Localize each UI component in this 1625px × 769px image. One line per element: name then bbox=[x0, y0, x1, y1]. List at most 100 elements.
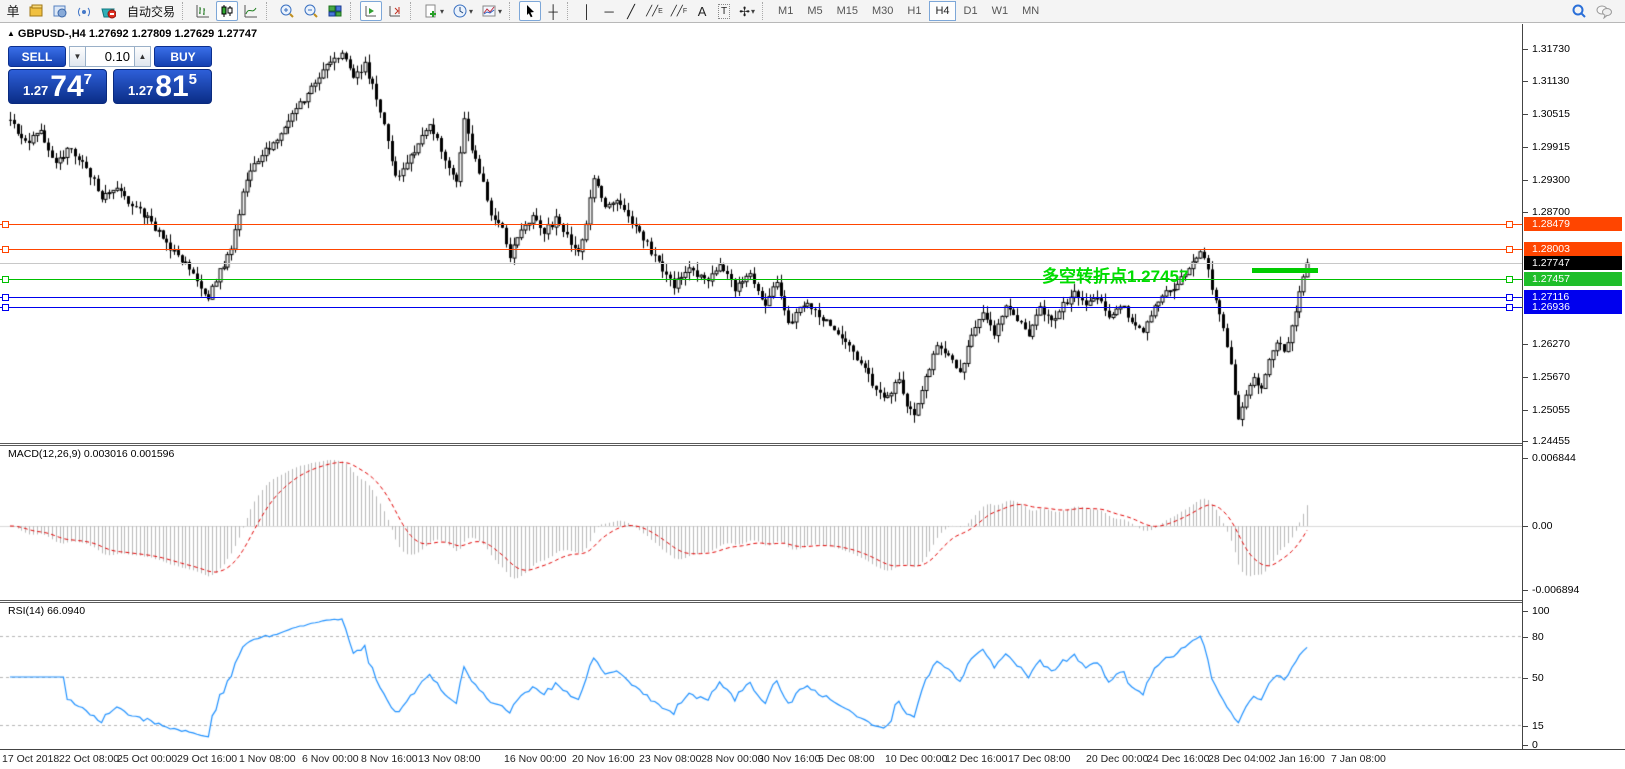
annotation-trend-segment[interactable] bbox=[1252, 268, 1318, 273]
horizontal-line-object[interactable] bbox=[0, 307, 1522, 308]
time-axis[interactable]: 17 Oct 201822 Oct 08:0025 Oct 00:0029 Oc… bbox=[0, 749, 1625, 769]
timeframe-button-h4[interactable]: H4 bbox=[929, 1, 955, 21]
line-chart-mode-button[interactable] bbox=[240, 1, 262, 21]
symbol-timeframe-label: GBPUSD-,H4 bbox=[18, 28, 86, 40]
indicators-button[interactable]: ▾ bbox=[420, 1, 447, 21]
indicators-dropdown-caret[interactable]: ▾ bbox=[440, 7, 444, 16]
timeframe-button-h1[interactable]: H1 bbox=[901, 1, 927, 21]
periods-dropdown-caret[interactable]: ▾ bbox=[469, 7, 473, 16]
periods-button[interactable]: ▾ bbox=[449, 1, 476, 21]
timeframe-button-m5[interactable]: M5 bbox=[801, 1, 828, 21]
macd-indicator-pane[interactable]: MACD(12,26,9) 0.003016 0.001596 bbox=[0, 446, 1522, 600]
timeframe-button-d1[interactable]: D1 bbox=[958, 1, 984, 21]
chart-shift-button[interactable] bbox=[384, 1, 406, 21]
price-axis[interactable]: 1.317301.311301.305151.299151.293001.287… bbox=[1522, 24, 1625, 749]
time-axis-label: 29 Oct 16:00 bbox=[177, 753, 237, 765]
line-handle[interactable] bbox=[2, 294, 9, 301]
line-handle[interactable] bbox=[2, 246, 9, 253]
arrows-icon: ✢ bbox=[739, 5, 750, 18]
horizontal-line-object[interactable] bbox=[0, 263, 1522, 264]
horizontal-line-object[interactable] bbox=[0, 249, 1522, 250]
line-handle[interactable] bbox=[1506, 221, 1513, 228]
arrows-dropdown-caret[interactable]: ▾ bbox=[751, 7, 755, 16]
horizontal-line-object[interactable] bbox=[0, 224, 1522, 225]
templates-dropdown-caret[interactable]: ▾ bbox=[498, 7, 502, 16]
line-handle[interactable] bbox=[1506, 246, 1513, 253]
search-button[interactable] bbox=[1568, 1, 1590, 21]
vertical-line-tool-button[interactable]: │ bbox=[577, 1, 597, 21]
sell-price-button[interactable]: 1.27 74 7 bbox=[8, 69, 107, 104]
timeframe-button-m15[interactable]: M15 bbox=[831, 1, 864, 21]
crosshair-tool-button[interactable]: ┼ bbox=[543, 1, 563, 21]
line-handle[interactable] bbox=[2, 304, 9, 311]
timeframe-button-m30[interactable]: M30 bbox=[866, 1, 899, 21]
rsi-indicator-pane[interactable]: RSI(14) 66.0940 bbox=[0, 603, 1522, 749]
axis-tick-label: 1.31730 bbox=[1532, 43, 1570, 55]
autotrading-button[interactable]: 自动交易 bbox=[121, 1, 178, 21]
zoom-out-button[interactable] bbox=[300, 1, 322, 21]
collapse-triangle-icon[interactable]: ▲ bbox=[7, 29, 15, 38]
horizontal-line-object[interactable] bbox=[0, 279, 1522, 280]
channel-tool-button[interactable]: ╱╱ E bbox=[643, 1, 666, 21]
buy-price-pip: 5 bbox=[189, 71, 197, 88]
line-chart-icon bbox=[243, 3, 259, 19]
auto-scroll-button[interactable] bbox=[360, 1, 382, 21]
crosshair-icon: ┼ bbox=[548, 5, 557, 18]
new-order-button[interactable]: 单 bbox=[3, 1, 23, 21]
fibonacci-tool-button[interactable]: ╱╱ F bbox=[668, 1, 690, 21]
signals-button[interactable] bbox=[73, 1, 95, 21]
axis-tick-mark bbox=[1523, 458, 1528, 459]
time-axis-label: 12 Dec 16:00 bbox=[945, 753, 1007, 765]
time-axis-label: 13 Nov 08:00 bbox=[418, 753, 480, 765]
market-button[interactable] bbox=[97, 1, 119, 21]
trendline-tool-button[interactable]: ╱ bbox=[621, 1, 641, 21]
buy-button[interactable]: BUY bbox=[154, 46, 212, 67]
text-label-tool-button[interactable]: T bbox=[714, 1, 734, 21]
macd-canvas[interactable] bbox=[0, 446, 1522, 600]
rsi-canvas[interactable] bbox=[0, 603, 1522, 749]
axis-tick-label: 1.30515 bbox=[1532, 108, 1570, 120]
chat-button[interactable] bbox=[1592, 1, 1616, 21]
tile-windows-button[interactable] bbox=[324, 1, 346, 21]
price-badge: 1.28003 bbox=[1524, 242, 1622, 256]
timeframe-button-m1[interactable]: M1 bbox=[772, 1, 799, 21]
cursor-tool-button[interactable] bbox=[519, 1, 541, 21]
axis-tick-label: 1.29300 bbox=[1532, 174, 1570, 186]
axis-tick-mark bbox=[1523, 590, 1528, 591]
zoom-in-button[interactable] bbox=[276, 1, 298, 21]
charts-button[interactable] bbox=[25, 1, 47, 21]
sell-button[interactable]: SELL bbox=[8, 46, 66, 67]
templates-button[interactable]: ▾ bbox=[478, 1, 505, 21]
axis-tick-label: 50 bbox=[1532, 672, 1544, 684]
line-handle[interactable] bbox=[1506, 294, 1513, 301]
volume-increase-button[interactable]: ▲ bbox=[134, 46, 151, 67]
toolbar-separator bbox=[509, 2, 515, 20]
timeframe-button-mn[interactable]: MN bbox=[1016, 1, 1045, 21]
text-tool-button[interactable]: A bbox=[692, 1, 712, 21]
timeframe-button-w1[interactable]: W1 bbox=[986, 1, 1015, 21]
profiles-button[interactable] bbox=[49, 1, 71, 21]
time-axis-label: 10 Dec 00:00 bbox=[885, 753, 947, 765]
arrows-tool-button[interactable]: ✢ ▾ bbox=[736, 1, 758, 21]
candlestick-canvas[interactable] bbox=[0, 24, 1522, 443]
volume-input[interactable] bbox=[86, 46, 134, 67]
chart-annotation-text[interactable]: 多空转折点1.27457 bbox=[1042, 262, 1188, 287]
line-handle[interactable] bbox=[1506, 304, 1513, 311]
line-handle[interactable] bbox=[2, 221, 9, 228]
ohlc-low: 1.27629 bbox=[174, 28, 214, 40]
price-chart-pane[interactable]: ▲GBPUSD-,H4 1.27692 1.27809 1.27629 1.27… bbox=[0, 24, 1522, 443]
candlestick-mode-button[interactable] bbox=[216, 1, 238, 21]
toolbar-separator bbox=[410, 2, 416, 20]
line-handle[interactable] bbox=[1506, 276, 1513, 283]
horizontal-line-tool-button[interactable]: ─ bbox=[599, 1, 619, 21]
bar-chart-mode-button[interactable] bbox=[192, 1, 214, 21]
axis-tick-mark bbox=[1523, 147, 1528, 148]
horizontal-line-object[interactable] bbox=[0, 297, 1522, 298]
axis-tick-mark bbox=[1523, 441, 1528, 442]
buy-price-button[interactable]: 1.27 81 5 bbox=[113, 69, 212, 104]
axis-tick-mark bbox=[1523, 212, 1528, 213]
line-handle[interactable] bbox=[2, 276, 9, 283]
volume-decrease-button[interactable]: ▼ bbox=[69, 46, 86, 67]
channel-letter: E bbox=[658, 8, 663, 15]
bar-chart-icon bbox=[195, 3, 211, 19]
